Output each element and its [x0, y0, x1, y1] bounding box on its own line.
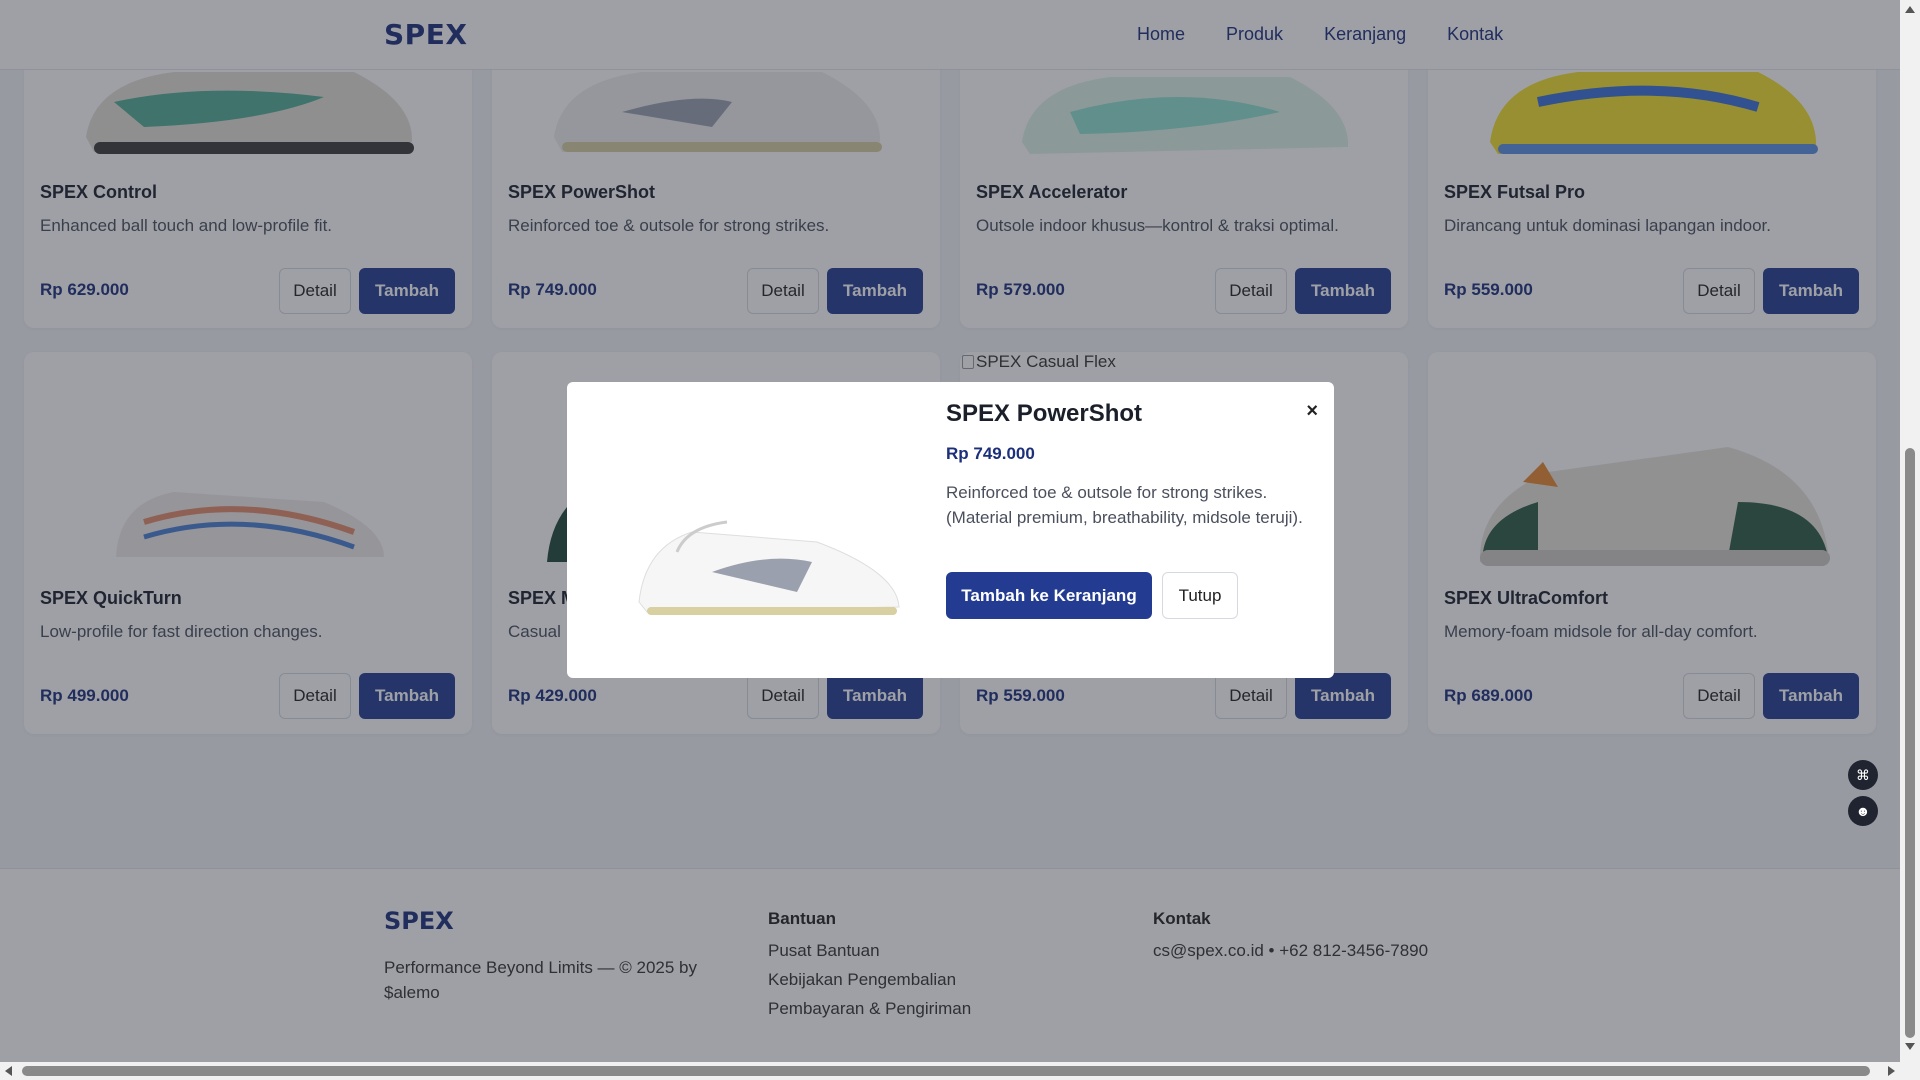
vertical-scrollbar[interactable] [1900, 0, 1920, 1080]
vertical-scroll-thumb[interactable] [1905, 448, 1915, 1038]
scroll-left-icon[interactable] [5, 1066, 12, 1076]
close-icon[interactable]: × [1306, 400, 1318, 423]
scroll-down-icon[interactable] [1905, 1043, 1915, 1050]
command-icon[interactable]: ⌘ [1848, 760, 1878, 790]
modal-title: SPEX PowerShot [946, 400, 1143, 427]
scroll-right-icon[interactable] [1888, 1066, 1895, 1076]
page: SPEX Home Produk Keranjang Kontak SPEX C… [0, 0, 1900, 1062]
modal-product-image [638, 520, 900, 615]
close-button[interactable]: Tutup [1162, 572, 1238, 619]
add-to-cart-button[interactable]: Tambah ke Keranjang [946, 572, 1152, 619]
assistant-icon[interactable]: ☻ [1848, 796, 1878, 826]
horizontal-scrollbar[interactable] [0, 1062, 1900, 1080]
product-detail-modal: SPEX PowerShot Rp 749.000 Reinforced toe… [567, 382, 1334, 678]
modal-description: Reinforced toe & outsole for strong stri… [946, 483, 1303, 527]
horizontal-scroll-thumb[interactable] [22, 1066, 1870, 1076]
scroll-up-icon[interactable] [1905, 6, 1915, 13]
modal-price: Rp 749.000 [946, 444, 1035, 463]
